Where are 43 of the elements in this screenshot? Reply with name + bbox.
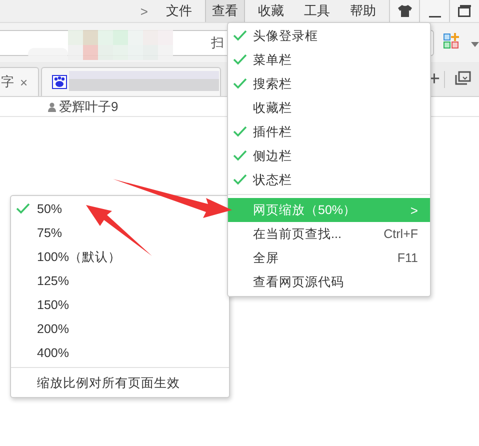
menu-item[interactable]: 150% [11, 293, 229, 317]
more-chevron[interactable]: > [132, 0, 156, 22]
menu-item[interactable]: 查看网页源代码 [228, 270, 430, 294]
browser-tab[interactable]: 字 × [0, 67, 39, 96]
restore-icon [458, 5, 471, 17]
menu-bar-item[interactable]: 查看 [205, 0, 245, 22]
menu-item[interactable]: 全屏 F11 [228, 246, 430, 270]
minimize-icon [428, 16, 440, 18]
menu-item[interactable]: 搜索栏 [228, 72, 430, 96]
menu-bar-item[interactable]: 收藏 [251, 0, 291, 22]
menu-item[interactable]: 400% [11, 341, 229, 365]
menu-item[interactable]: 在当前页查找... Ctrl+F [228, 222, 430, 246]
maximize-button[interactable] [449, 0, 479, 22]
browser-tab[interactable] [41, 67, 221, 96]
minimize-button[interactable] [419, 0, 449, 22]
menu-item[interactable]: 头像登录框 [228, 24, 430, 48]
submenu-chevron: > [410, 202, 418, 218]
menu-item[interactable]: 收藏栏 [228, 96, 430, 120]
dropdown-caret-icon[interactable] [471, 42, 479, 46]
person-icon [48, 102, 56, 112]
apps-icon[interactable] [443, 32, 461, 50]
bookmark-item[interactable]: 爱辉叶子9 [48, 98, 118, 116]
menu-item[interactable]: 100%（默认） [11, 245, 229, 269]
shirt-icon [398, 5, 412, 17]
tab-title: 字 [1, 73, 14, 91]
tab-list-icon[interactable] [455, 70, 471, 84]
menu-item[interactable]: 侧边栏 [228, 144, 430, 168]
menu-item[interactable]: 状态栏 [228, 168, 430, 192]
shortcut-text: Ctrl+F [384, 227, 418, 241]
menu-bar-item[interactable]: 文件 [159, 0, 199, 22]
menu-item[interactable]: 菜单栏 [228, 48, 430, 72]
shortcut-text: F11 [397, 251, 418, 265]
menu-item[interactable]: 200% [11, 317, 229, 341]
menu-item[interactable]: 缩放比例对所有页面生效 [11, 371, 229, 395]
paw-icon [52, 75, 67, 89]
menu-item[interactable]: 75% [11, 221, 229, 245]
menu-item[interactable]: 50% [11, 197, 229, 221]
skin-button[interactable] [389, 0, 419, 22]
menu-bar-item[interactable]: 工具 [297, 0, 337, 22]
menu-item[interactable]: 插件栏 [228, 120, 430, 144]
menu-bar-item[interactable]: 帮助 [343, 0, 383, 22]
close-button[interactable]: × [20, 74, 28, 90]
menu-item[interactable]: 125% [11, 269, 229, 293]
